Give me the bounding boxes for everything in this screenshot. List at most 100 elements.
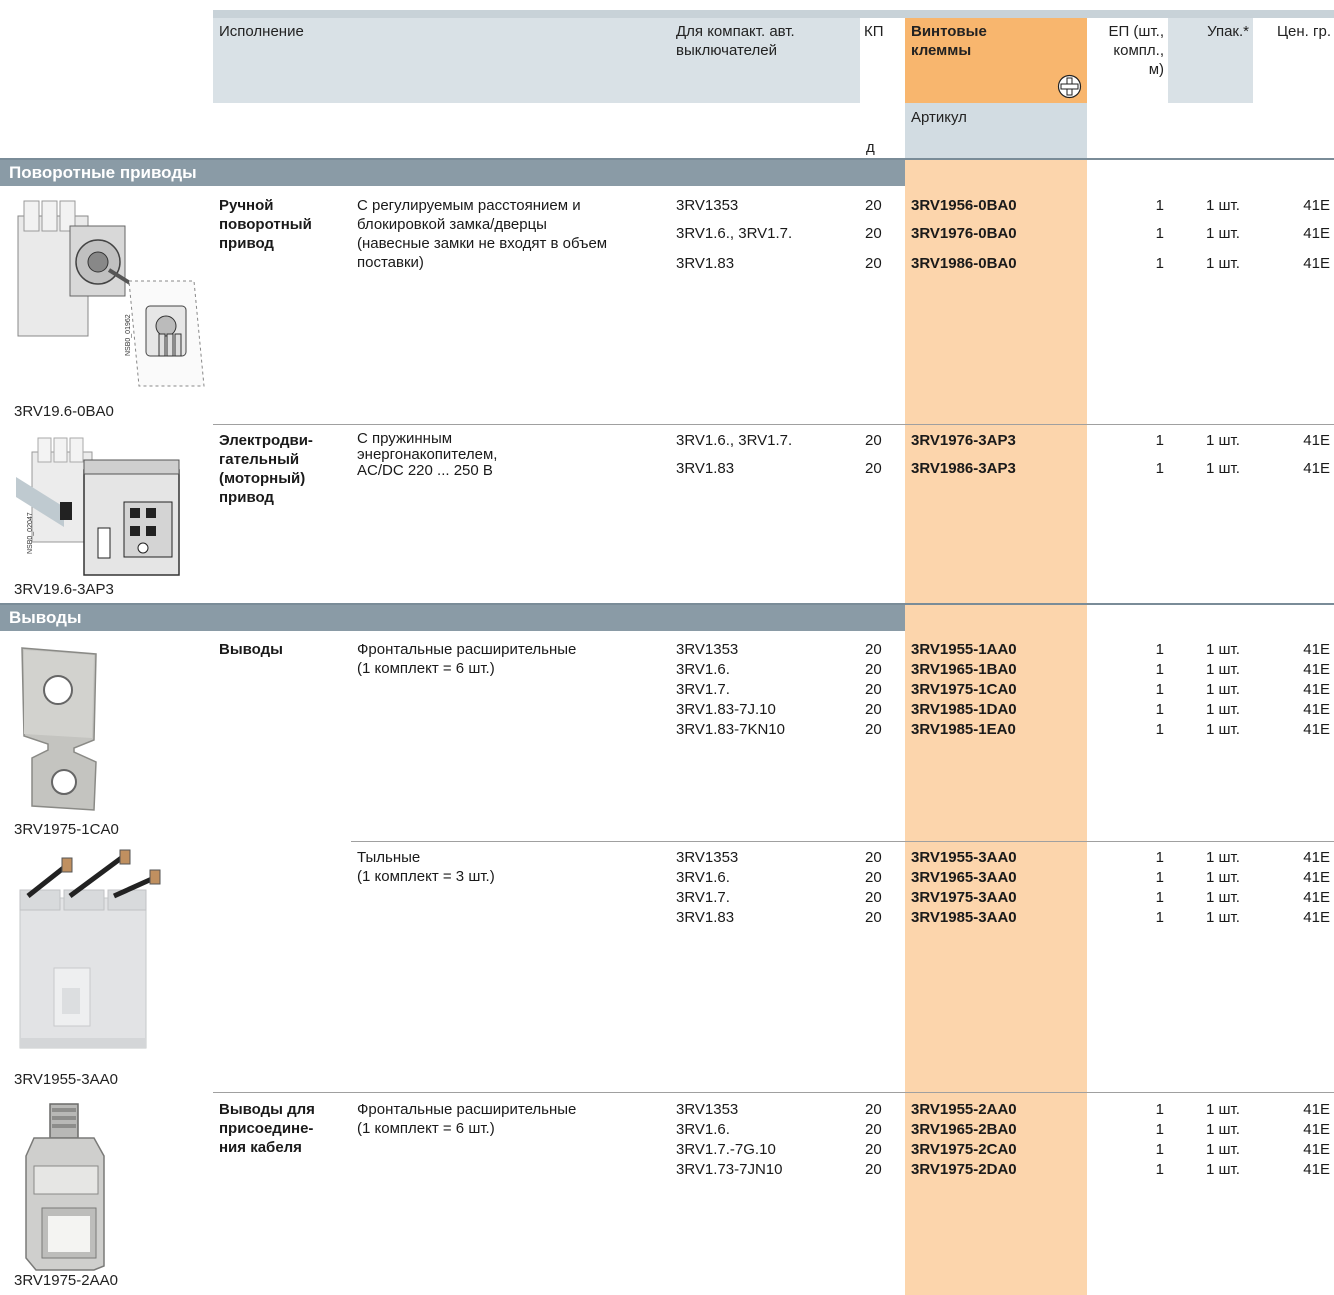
header-compact-line1: Для компакт. авт.: [676, 23, 795, 40]
row-article: 3RV1985-1EA0: [911, 721, 1016, 738]
table-row: 3RV1.6., 3RV1.7. 20 3RV1976-0BA0 1 1 шт.…: [0, 224, 1334, 253]
row-article: 3RV1955-2AA0: [911, 1101, 1017, 1118]
row-article: 3RV1965-2BA0: [911, 1121, 1017, 1138]
header-compact-breaker: Для компакт. авт. выключателей: [676, 22, 795, 60]
row-price: 41E: [1303, 641, 1330, 658]
table-row: 3RV1.6. 20 3RV1965-2BA0 1 1 шт. 41E: [0, 1120, 1334, 1140]
row-breaker: 3RV1.83: [676, 255, 735, 272]
row-breaker: 3RV1.6., 3RV1.7.: [676, 432, 793, 449]
row-breaker: 3RV1.83-7J.10: [676, 701, 776, 718]
row-pack: 1 шт.: [1206, 1161, 1240, 1178]
table-row: 3RV1.6. 20 3RV1965-1BA0 1 1 шт. 41E: [0, 660, 1334, 680]
header-ep-line1: ЕП (шт.,: [1108, 23, 1164, 40]
row-ep: 1: [1155, 225, 1164, 242]
row-pack: 1 шт.: [1206, 1121, 1240, 1138]
row-breaker: 3RV1.7.: [676, 889, 730, 906]
header-upak: Упак.*: [1207, 23, 1249, 40]
row-kp: 20: [865, 197, 882, 214]
row-pack: 1 шт.: [1206, 701, 1240, 718]
row-kp: 20: [865, 641, 882, 658]
row-breaker: 3RV1353: [676, 849, 739, 866]
row-breaker: 3RV1.6.: [676, 1121, 730, 1138]
header-kp-unit: д: [866, 139, 875, 156]
row-article: 3RV1975-2CA0: [911, 1141, 1017, 1158]
row-pack: 1 шт.: [1206, 721, 1240, 738]
row-price: 41E: [1303, 1161, 1330, 1178]
row-breaker: 3RV1.6., 3RV1.7.: [676, 225, 793, 242]
table-row: 3RV1.83-7KN10 20 3RV1985-1EA0 1 1 шт. 41…: [0, 720, 1334, 740]
row-kp: 20: [865, 225, 882, 242]
table-row: 3RV1.6. 20 3RV1965-3AA0 1 1 шт. 41E: [0, 868, 1334, 888]
row-ep: 1: [1155, 721, 1164, 738]
row-pack: 1 шт.: [1206, 460, 1240, 477]
group-divider: [351, 841, 1334, 842]
section-title-terminals: Выводы: [9, 608, 82, 627]
table-row: 3RV1.7. 20 3RV1975-3AA0 1 1 шт. 41E: [0, 888, 1334, 908]
caption-motor: 3RV19.6-3AP3: [14, 581, 114, 598]
row-kp: 20: [865, 1161, 882, 1178]
row-pack: 1 шт.: [1206, 197, 1240, 214]
row-ep: 1: [1155, 1101, 1164, 1118]
table-row: 3RV1353 20 3RV1955-3AA0 1 1 шт. 41E: [0, 848, 1334, 868]
caption-cable-clamp: 3RV1975-2AA0: [14, 1272, 118, 1289]
row-article: 3RV1985-1DA0: [911, 701, 1017, 718]
header-screw-terminals: Винтовые клеммы: [911, 22, 987, 60]
row-pack: 1 шт.: [1206, 661, 1240, 678]
row-pack: 1 шт.: [1206, 869, 1240, 886]
row-article: 3RV1955-1AA0: [911, 641, 1017, 658]
row-price: 41E: [1303, 432, 1330, 449]
row-kp: 20: [865, 1121, 882, 1138]
name-motor-line4: привод: [219, 489, 274, 506]
row-pack: 1 шт.: [1206, 1101, 1240, 1118]
header-compact-line2: выключателей: [676, 42, 778, 59]
row-breaker: 3RV1.6.: [676, 869, 730, 886]
row-pack: 1 шт.: [1206, 849, 1240, 866]
header-ep-line2: компл.,: [1113, 42, 1164, 59]
table-row: 3RV1.7. 20 3RV1975-1CA0 1 1 шт. 41E: [0, 680, 1334, 700]
row-ep: 1: [1155, 197, 1164, 214]
caption-rear-terminal: 3RV1955-3AA0: [14, 1071, 118, 1088]
header-artikul: Артикул: [911, 109, 967, 126]
row-price: 41E: [1303, 255, 1330, 272]
row-price: 41E: [1303, 849, 1330, 866]
header-ispolnenie: Исполнение: [219, 23, 304, 40]
row-breaker: 3RV1353: [676, 197, 739, 214]
row-breaker: 3RV1353: [676, 641, 739, 658]
row-breaker: 3RV1.7.-7G.10: [676, 1141, 776, 1158]
row-price: 41E: [1303, 225, 1330, 242]
row-kp: 20: [865, 255, 882, 272]
row-breaker: 3RV1.83-7KN10: [676, 721, 785, 738]
row-pack: 1 шт.: [1206, 909, 1240, 926]
row-kp: 20: [865, 889, 882, 906]
row-breaker: 3RV1.73-7JN10: [676, 1161, 783, 1178]
row-article: 3RV1986-0BA0: [911, 255, 1017, 272]
header-screw-line2: клеммы: [911, 42, 972, 59]
row-article: 3RV1975-1CA0: [911, 681, 1017, 698]
row-article: 3RV1976-0BA0: [911, 225, 1017, 242]
table-row: 3RV1353 20 3RV1955-2AA0 1 1 шт. 41E: [0, 1100, 1334, 1120]
row-kp: 20: [865, 701, 882, 718]
header-ep: ЕП (шт., компл., м): [1090, 22, 1164, 79]
row-pack: 1 шт.: [1206, 1141, 1240, 1158]
row-ep: 1: [1155, 869, 1164, 886]
row-article: 3RV1976-3AP3: [911, 432, 1016, 449]
rotary-image-code: NSB0_01962: [125, 314, 132, 356]
row-price: 41E: [1303, 701, 1330, 718]
row-pack: 1 шт.: [1206, 225, 1240, 242]
row-article: 3RV1965-1BA0: [911, 661, 1017, 678]
row-ep: 1: [1155, 432, 1164, 449]
row-ep: 1: [1155, 681, 1164, 698]
row-ep: 1: [1155, 849, 1164, 866]
group-divider: [213, 424, 1334, 425]
table-row: 3RV1.83 20 3RV1986-0BA0 1 1 шт. 41E: [0, 254, 1334, 283]
motor-image-code: NSB0_02047: [27, 512, 34, 554]
row-pack: 1 шт.: [1206, 432, 1240, 449]
section-bar-terminals-orange: [905, 605, 1087, 630]
table-row: 3RV1353 20 3RV1956-0BA0 1 1 шт. 41E: [0, 196, 1334, 225]
row-price: 41E: [1303, 197, 1330, 214]
header-kp: КП: [864, 23, 884, 40]
row-price: 41E: [1303, 1101, 1330, 1118]
header-ep-line3: м): [1148, 61, 1164, 78]
row-ep: 1: [1155, 641, 1164, 658]
row-breaker: 3RV1353: [676, 1101, 739, 1118]
